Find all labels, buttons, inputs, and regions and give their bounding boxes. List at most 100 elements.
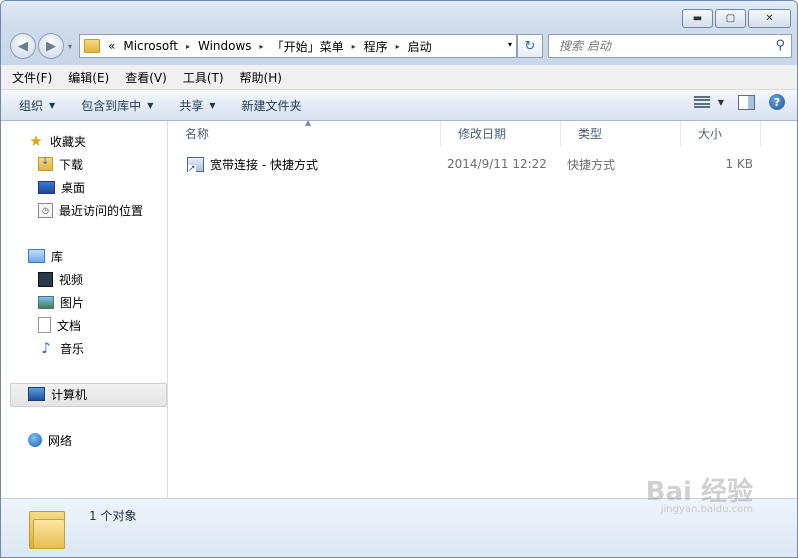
- maximize-button[interactable]: ▢: [715, 9, 746, 28]
- column-header-type[interactable]: 类型: [561, 121, 681, 147]
- table-row[interactable]: 宽带连接 - 快捷方式 2014/9/11 12:22 快捷方式 1 KB: [168, 154, 797, 174]
- file-name: 宽带连接 - 快捷方式: [210, 157, 318, 172]
- sidebar-item-videos[interactable]: 视频: [38, 269, 83, 289]
- shortcut-icon: [187, 156, 204, 174]
- menu-edit[interactable]: 编辑(E): [63, 69, 114, 86]
- explorer-window: ▬ ▢ ✕ ◀ ▶ ▾ « Microsoft ▸ Windows ▸ 「开始」…: [0, 0, 798, 558]
- breadcrumb-item[interactable]: Microsoft: [119, 39, 182, 53]
- breadcrumb-overflow[interactable]: «: [104, 39, 119, 53]
- share-button[interactable]: 共享 ▼: [171, 97, 223, 114]
- column-header-modified[interactable]: 修改日期: [441, 121, 561, 147]
- sort-ascending-icon: ▲: [305, 118, 312, 127]
- sidebar-item-label: 视频: [59, 272, 84, 287]
- sidebar-item-label: 收藏夹: [50, 134, 87, 149]
- sidebar-item-documents[interactable]: 文档: [38, 315, 81, 335]
- recent-places-icon: ◷: [38, 202, 53, 218]
- sidebar-item-desktop[interactable]: 桌面: [38, 177, 85, 197]
- music-note-icon: ♪: [41, 339, 51, 357]
- sidebar-item-label: 最近访问的位置: [59, 203, 144, 218]
- sidebar-item-downloads[interactable]: 下载: [38, 154, 83, 174]
- recent-pages-dropdown[interactable]: ▾: [68, 42, 72, 51]
- search-box: ⚲: [548, 34, 792, 58]
- new-folder-label: 新建文件夹: [241, 98, 302, 113]
- breadcrumb-separator-icon[interactable]: ▸: [392, 42, 404, 51]
- video-icon: [38, 271, 53, 287]
- organize-label: 组织: [19, 98, 44, 113]
- nav-buttons: ◀ ▶ ▾: [10, 33, 72, 59]
- back-button[interactable]: ◀: [10, 33, 36, 59]
- minimize-button[interactable]: ▬: [682, 9, 713, 28]
- search-input[interactable]: [557, 38, 771, 54]
- address-dropdown-icon[interactable]: ▾: [508, 40, 512, 49]
- new-folder-button[interactable]: 新建文件夹: [234, 97, 310, 114]
- address-bar[interactable]: « Microsoft ▸ Windows ▸ 「开始」菜单 ▸ 程序 ▸ 启动…: [79, 34, 517, 58]
- file-name-cell: 宽带连接 - 快捷方式: [168, 156, 441, 174]
- documents-icon: [38, 317, 51, 333]
- sidebar-item-computer[interactable]: 计算机: [28, 384, 87, 404]
- sidebar-item-favorites[interactable]: ★ 收藏夹: [28, 131, 86, 151]
- sidebar-item-recent-places[interactable]: ◷ 最近访问的位置: [38, 200, 143, 220]
- file-type: 快捷方式: [567, 157, 616, 172]
- help-icon[interactable]: ?: [769, 94, 785, 110]
- menu-tools[interactable]: 工具(T): [178, 69, 229, 86]
- command-bar: 组织 ▼ 包含到库中 ▼ 共享 ▼ 新建文件夹 ▼ ?: [1, 90, 797, 121]
- sidebar-item-libraries[interactable]: 库: [28, 246, 63, 266]
- large-folder-icon: [29, 507, 65, 549]
- column-header-size[interactable]: 大小: [681, 121, 761, 147]
- column-header-label: 类型: [578, 127, 603, 141]
- menu-help[interactable]: 帮助(H): [235, 69, 287, 86]
- folder-icon: [84, 39, 100, 53]
- star-icon: ★: [29, 132, 43, 150]
- menu-view[interactable]: 查看(V): [120, 69, 172, 86]
- details-view-icon: [693, 96, 710, 108]
- change-view-button[interactable]: ▼: [693, 96, 724, 108]
- file-modified: 2014/9/11 12:22: [447, 157, 547, 171]
- downloads-folder-icon: [38, 156, 53, 171]
- network-icon: [28, 433, 42, 447]
- chevron-down-icon: ▼: [209, 100, 216, 110]
- sidebar-item-network[interactable]: 网络: [28, 430, 72, 450]
- sidebar-item-label: 桌面: [61, 180, 86, 195]
- computer-icon: [28, 387, 45, 401]
- column-header-label: 大小: [698, 127, 723, 141]
- menu-file[interactable]: 文件(F): [7, 69, 57, 86]
- search-icon[interactable]: ⚲: [775, 38, 785, 53]
- sidebar-item-label: 计算机: [51, 387, 88, 402]
- preview-pane-icon[interactable]: [738, 94, 755, 110]
- file-list: ▲ 名称 修改日期 类型 大小 宽带连接 - 快捷方式 2014/9/11 12…: [168, 118, 797, 498]
- breadcrumb: « Microsoft ▸ Windows ▸ 「开始」菜单 ▸ 程序 ▸ 启动: [104, 38, 436, 55]
- refresh-button[interactable]: ↻: [517, 34, 543, 58]
- column-header-label: 名称: [185, 127, 210, 141]
- sidebar-item-music[interactable]: ♪ 音乐: [38, 338, 84, 358]
- chevron-down-icon: ▼: [147, 100, 154, 110]
- breadcrumb-item[interactable]: 「开始」菜单: [268, 38, 348, 55]
- watermark-logo: Bai 经验 jingyan.baidu.com: [646, 471, 753, 515]
- sidebar-item-pictures[interactable]: 图片: [38, 292, 84, 312]
- sidebar-item-label: 音乐: [60, 341, 85, 356]
- refresh-icon: ↻: [524, 38, 536, 54]
- libraries-icon: [28, 249, 45, 263]
- include-library-label: 包含到库中: [81, 98, 142, 113]
- desktop-icon: [38, 180, 55, 194]
- breadcrumb-item[interactable]: 启动: [404, 38, 436, 55]
- item-count: 1 个对象: [89, 509, 137, 523]
- breadcrumb-separator-icon[interactable]: ▸: [348, 42, 360, 51]
- include-library-button[interactable]: 包含到库中 ▼: [73, 97, 161, 114]
- sidebar-item-label: 图片: [60, 295, 85, 310]
- organize-button[interactable]: 组织 ▼: [11, 97, 63, 114]
- breadcrumb-separator-icon[interactable]: ▸: [182, 42, 194, 51]
- watermark-brand: Bai 经验: [645, 477, 753, 507]
- breadcrumb-item[interactable]: Windows: [194, 39, 256, 53]
- pictures-icon: [38, 295, 54, 309]
- chevron-down-icon: ▼: [717, 97, 724, 107]
- navigation-pane: ★ 收藏夹 下载 桌面 ◷ 最近访问的位置 库 视频 图片 文档 ♪ 音乐 计算机: [1, 121, 168, 498]
- breadcrumb-item[interactable]: 程序: [360, 38, 392, 55]
- menu-bar: 文件(F) 编辑(E) 查看(V) 工具(T) 帮助(H): [1, 65, 797, 90]
- close-button[interactable]: ✕: [748, 9, 791, 28]
- sidebar-item-label: 下载: [59, 157, 84, 172]
- breadcrumb-separator-icon[interactable]: ▸: [256, 42, 268, 51]
- column-header-name[interactable]: ▲ 名称: [168, 118, 441, 147]
- share-label: 共享: [179, 98, 204, 113]
- watermark-url: jingyan.baidu.com: [660, 504, 753, 515]
- forward-button[interactable]: ▶: [38, 33, 64, 59]
